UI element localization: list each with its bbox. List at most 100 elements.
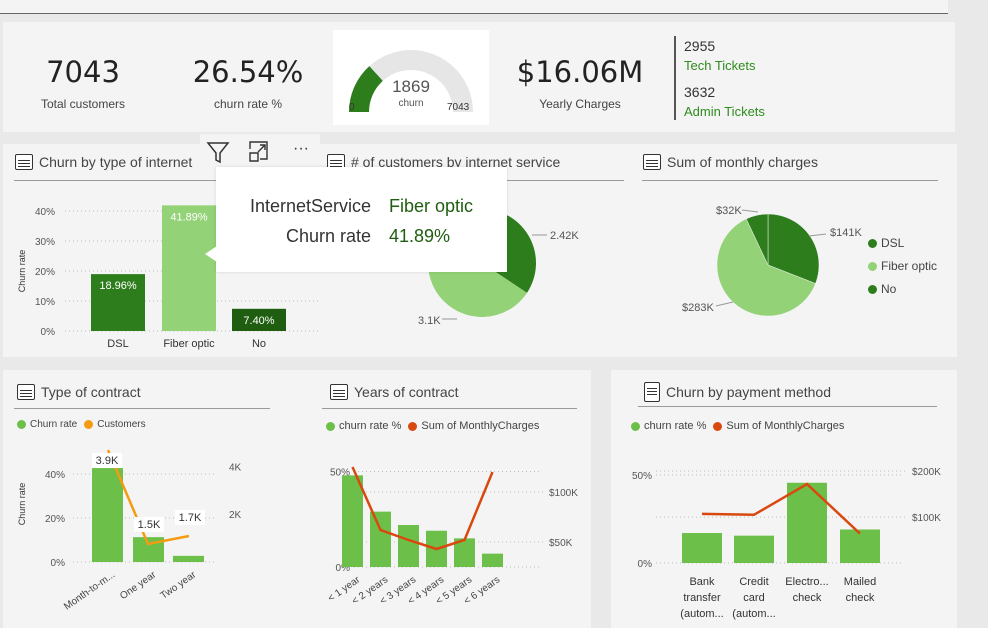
bar (370, 511, 391, 567)
slice-label: 2.42K (550, 230, 579, 242)
monthly-charges-title: Sum of monthly charges (643, 154, 818, 170)
x-tick-label: Month-to-m... (62, 569, 117, 612)
y-tick-label: 10% (35, 297, 55, 308)
legend-no: No (868, 282, 896, 296)
type-contract-chart: 0% 20% 40% 2K 4K Churn rate Month-to-m... One y… (17, 449, 242, 613)
total-customers-value: 7043 (46, 55, 120, 89)
tooltip-val-1: Fiber optic (389, 196, 474, 216)
monthly-charges-rule (642, 180, 938, 181)
data-label: 18.96% (99, 280, 137, 292)
legend-churn-rate: churn rate % (339, 420, 402, 432)
gauge-label: churn (398, 98, 424, 109)
filter-button[interactable] (206, 139, 232, 165)
bar (173, 555, 204, 562)
tickets-divider (674, 36, 676, 120)
slice-label: $283K (682, 302, 714, 314)
years-contract-title-text: Years of contract (354, 384, 459, 400)
legend-dot (713, 421, 723, 431)
tooltip (216, 167, 507, 272)
legend-customers: Customers (97, 419, 146, 430)
leader-line (741, 209, 759, 213)
payment-method-rule (638, 406, 937, 407)
payment-method-legend: churn rate % Sum of MonthlyCharges (631, 420, 844, 432)
x-tick-label: card (743, 592, 764, 604)
y-tick-label: 20% (45, 514, 65, 525)
leader-line (715, 301, 734, 307)
legend-churn-rate: Churn rate (30, 419, 78, 430)
y-axis-label: Churn rate (17, 250, 27, 293)
years-contract-title: Years of contract (330, 384, 459, 400)
slice-label: $32K (716, 205, 742, 217)
document-icon (17, 384, 35, 400)
y-tick-label: 20% (35, 267, 55, 278)
payment-method-title: Churn by payment method (644, 382, 831, 402)
y2-tick-label: 4K (229, 462, 242, 473)
legend-dsl-label: DSL (881, 236, 905, 250)
yearly-charges-label: Yearly Charges (539, 97, 621, 111)
y2-tick-label: 2K (229, 510, 242, 521)
bar (398, 525, 419, 567)
y2-tick-label: $100K (912, 513, 941, 524)
x-tick-label: transfer (683, 592, 721, 604)
bar (162, 205, 216, 331)
legend-dot (408, 421, 418, 431)
y-tick-label: 0% (51, 558, 66, 569)
legend-no-label: No (881, 282, 897, 296)
y-tick-label: 40% (35, 207, 55, 218)
data-label: 41.89% (170, 211, 208, 223)
tooltip-pointer (205, 246, 217, 262)
y-tick-label: 0% (638, 559, 653, 570)
x-tick-label: Two year (159, 569, 199, 602)
bar (682, 533, 722, 563)
filter-icon (206, 142, 230, 164)
admin-tickets-label: Admin Tickets (684, 104, 765, 119)
legend-dot (84, 420, 94, 429)
x-tick-label: Bank (689, 576, 715, 588)
y2-tick-label: $50K (549, 538, 573, 549)
total-customers-label: Total customers (40, 97, 126, 111)
legend-fiber-label: Fiber optic (881, 259, 938, 273)
basket-icon (643, 154, 661, 170)
payment-method-title-text: Churn by payment method (666, 384, 831, 400)
bar (342, 475, 363, 567)
x-tick-label: (autom... (680, 608, 723, 620)
gauge-max: 7043 (447, 102, 470, 113)
tooltip-val-2: 41.89% (389, 226, 451, 246)
tooltip-key-1: InternetService (249, 196, 371, 216)
churn-internet-title: Churn by type of internet (15, 154, 192, 170)
document-icon (330, 384, 348, 400)
gauge-value: 1869 (392, 77, 430, 96)
admin-tickets-count: 3632 (684, 84, 716, 100)
type-contract-title: Type of contract (17, 384, 141, 400)
x-tick-label: Electro... (785, 576, 828, 588)
legend-dot (868, 284, 877, 294)
bar (840, 529, 880, 563)
payment-method-chart: 0% 50% $100K $200K Bank transfer (autom... Cred… (632, 467, 941, 620)
years-contract-rule (322, 408, 577, 409)
focus-mode-button[interactable] (247, 139, 273, 165)
slice-label: $141K (830, 227, 862, 239)
churn-gauge: 1869 churn 0 7043 (333, 30, 489, 125)
x-tick-label: (autom... (732, 608, 775, 620)
more-options-button[interactable]: ··· (286, 140, 316, 162)
tech-tickets-label: Tech Tickets (684, 58, 756, 73)
legend-dsl: DSL (868, 236, 904, 250)
y-axis-label: Churn rate (17, 483, 27, 526)
page-title-rule (0, 0, 948, 14)
data-label: 3.9K (96, 455, 119, 467)
tooltip-key-2: Churn rate (285, 226, 371, 246)
y-tick-label: 30% (35, 237, 55, 248)
churn-internet-title-text: Churn by type of internet (39, 154, 193, 170)
bar (482, 553, 503, 567)
legend-dot (17, 420, 26, 429)
data-label: 1.5K (138, 519, 161, 531)
legend-dot (868, 261, 877, 271)
y-tick-label: 40% (45, 470, 65, 481)
years-contract-legend: churn rate % Sum of MonthlyCharges (326, 420, 539, 432)
churn-rate-value: 26.54% (192, 55, 304, 89)
type-contract-rule (14, 408, 270, 409)
x-tick-label: DSL (107, 338, 128, 350)
y2-tick-label: $200K (912, 467, 941, 478)
years-contract-chart: 0%50%$50K$100K< 1 year< 2 years< 3 years… (326, 466, 578, 607)
x-tick-label: check (793, 592, 822, 604)
